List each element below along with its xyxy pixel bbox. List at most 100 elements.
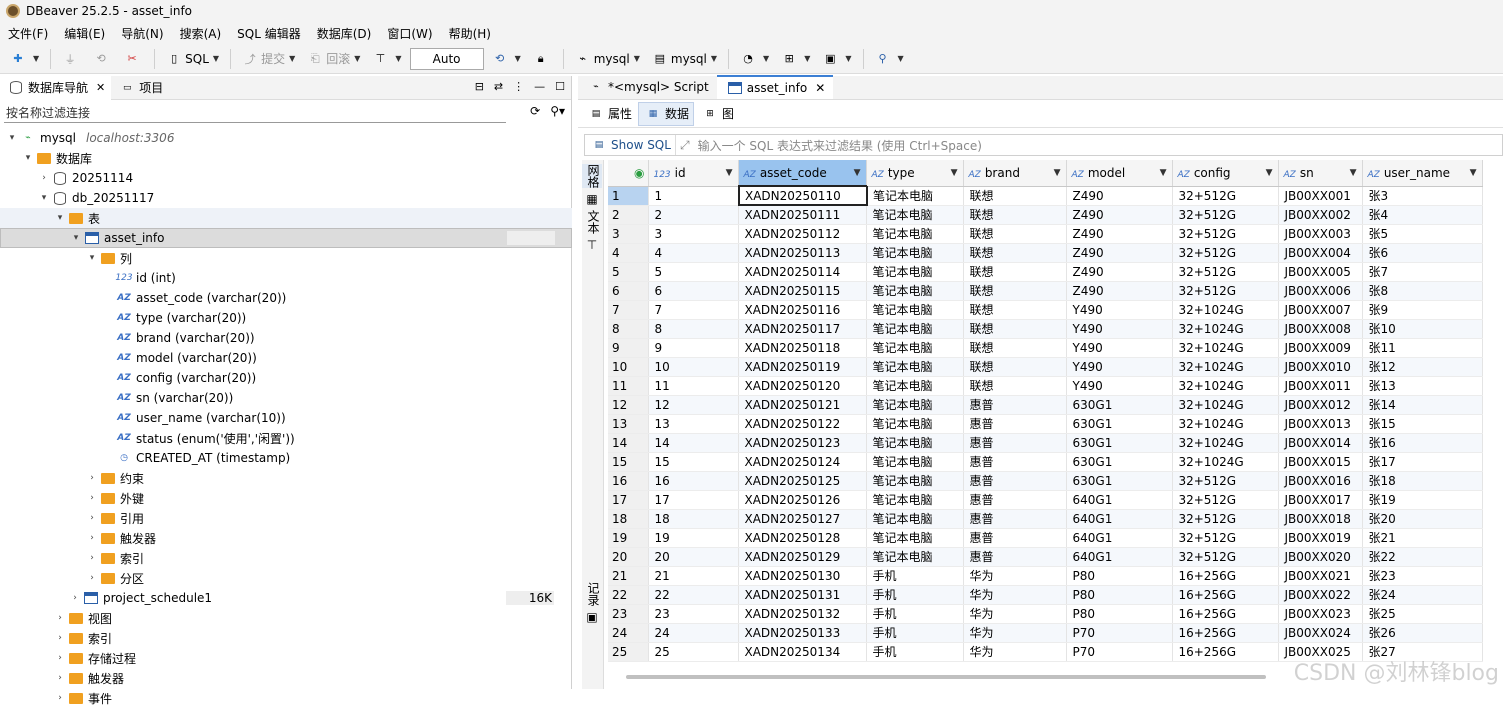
table-cell[interactable]: 张4 — [1362, 205, 1484, 225]
menu-file[interactable]: 文件(F) — [0, 25, 56, 42]
table-row[interactable]: 16 16 XADN20250125 笔记本电脑 惠普 630G1 32+512G JB00X… — [608, 471, 1484, 491]
text-icon[interactable]: ⊤ — [582, 238, 602, 252]
table-cell[interactable]: 张17 — [1362, 452, 1484, 472]
table-cell[interactable]: 华为 — [963, 566, 1068, 586]
table-cell[interactable]: 14 — [648, 433, 740, 453]
disconnect-button[interactable]: ✂ — [120, 48, 147, 70]
table-cell[interactable]: 4 — [648, 243, 740, 263]
menu-edit[interactable]: 编辑(E) — [56, 25, 113, 42]
row-number-cell[interactable]: 18 — [608, 509, 650, 529]
chevron-right-icon[interactable]: › — [54, 693, 66, 703]
row-number-cell[interactable]: 3 — [608, 224, 650, 244]
table-cell[interactable]: XADN20250119 — [738, 357, 868, 377]
table-cell[interactable]: 联想 — [963, 243, 1068, 263]
record-icon[interactable]: ▣ — [582, 610, 602, 624]
table-cell[interactable]: 笔记本电脑 — [866, 452, 965, 472]
commit-button[interactable]: ⤴ 提交 ▼ — [238, 48, 299, 70]
table-row[interactable]: 10 10 XADN20250119 笔记本电脑 联想 Y490 32+1024G JB00X… — [608, 357, 1484, 377]
chevron-down-icon[interactable]: ▾ — [70, 233, 82, 243]
table-cell[interactable]: XADN20250116 — [738, 300, 868, 320]
table-cell[interactable]: 惠普 — [963, 509, 1068, 529]
table-row[interactable]: 20 20 XADN20250129 笔记本电脑 惠普 640G1 32+512G JB00X… — [608, 547, 1484, 567]
table-row[interactable]: 6 6 XADN20250115 笔记本电脑 联想 Z490 32+512G JB00XX00… — [608, 281, 1484, 301]
table-cell[interactable]: XADN20250125 — [738, 471, 868, 491]
table-cell[interactable]: 张5 — [1362, 224, 1484, 244]
sql-editor-button[interactable]: ▯ SQL ▼ — [162, 48, 223, 70]
table-cell[interactable]: JB00XX001 — [1278, 186, 1364, 206]
table-cell[interactable]: 笔记本电脑 — [866, 205, 965, 225]
tab-database-navigator[interactable]: 数据库导航 ✕ — [0, 75, 112, 100]
table-cell[interactable]: XADN20250118 — [738, 338, 868, 358]
show-sql-button[interactable]: ▤ Show SQL — [585, 135, 676, 155]
menu-database[interactable]: 数据库(D) — [309, 25, 380, 42]
tree-node-column[interactable]: AZ config (varchar(20)) — [0, 368, 572, 388]
row-number-cell[interactable]: 23 — [608, 604, 650, 624]
table-row[interactable]: 1 1 XADN20250110 笔记本电脑 联想 Z490 32+512G JB00XX00… — [608, 185, 1484, 206]
table-cell[interactable]: JB00XX010 — [1278, 357, 1364, 377]
menu-help[interactable]: 帮助(H) — [441, 25, 499, 42]
table-cell[interactable]: 9 — [648, 338, 740, 358]
rollback-button[interactable]: ⎗ 回滚 ▼ — [303, 48, 364, 70]
sql-filter-input[interactable]: 输入一个 SQL 表达式来过滤结果 (使用 Ctrl+Space) — [698, 137, 982, 154]
table-row[interactable]: 7 7 XADN20250116 笔记本电脑 联想 Y490 32+1024G JB00XX0… — [608, 300, 1484, 320]
table-cell[interactable]: 32+1024G — [1172, 338, 1280, 358]
table-cell[interactable]: 张23 — [1362, 566, 1484, 586]
row-number-cell[interactable]: 1 — [608, 186, 650, 206]
row-number-cell[interactable]: 20 — [608, 547, 650, 567]
tree-node-column[interactable]: AZ brand (varchar(20)) — [0, 328, 572, 348]
table-cell[interactable]: XADN20250111 — [738, 205, 868, 225]
table-cell[interactable]: 张25 — [1362, 604, 1484, 624]
tree-node-project-schedule1[interactable]: › project_schedule1 16K — [0, 588, 572, 608]
table-cell[interactable]: 32+512G — [1172, 205, 1280, 225]
table-cell[interactable]: JB00XX022 — [1278, 585, 1364, 605]
table-cell[interactable]: XADN20250120 — [738, 376, 868, 396]
table-cell[interactable]: 32+1024G — [1172, 376, 1280, 396]
table-cell[interactable]: 15 — [648, 452, 740, 472]
table-cell[interactable]: 32+1024G — [1172, 414, 1280, 434]
table-cell[interactable]: 笔记本电脑 — [866, 357, 965, 377]
table-cell[interactable]: 张12 — [1362, 357, 1484, 377]
expand-icon[interactable]: ⤢ — [680, 138, 690, 153]
table-cell[interactable]: 联想 — [963, 338, 1068, 358]
table-cell[interactable]: 32+512G — [1172, 186, 1280, 206]
table-cell[interactable]: XADN20250115 — [738, 281, 868, 301]
table-cell[interactable]: JB00XX002 — [1278, 205, 1364, 225]
table-cell[interactable]: Z490 — [1066, 262, 1174, 282]
table-cell[interactable]: JB00XX009 — [1278, 338, 1364, 358]
table-cell[interactable]: 华为 — [963, 642, 1068, 662]
table-cell[interactable]: JB00XX021 — [1278, 566, 1364, 586]
column-header-sn[interactable]: AZ sn ▼ — [1278, 160, 1364, 187]
table-cell[interactable]: XADN20250124 — [738, 452, 868, 472]
tab-projects[interactable]: ▭ 项目 — [111, 76, 169, 100]
new-connection-button[interactable]: ✚ ▼ — [6, 48, 43, 70]
table-cell[interactable]: 张3 — [1362, 186, 1484, 206]
table-cell[interactable]: 640G1 — [1066, 490, 1174, 510]
table-cell[interactable]: XADN20250134 — [738, 642, 868, 662]
filter-dropdown-icon[interactable]: ▼ — [854, 168, 861, 178]
chevron-down-icon[interactable]: ▾ — [6, 133, 18, 143]
column-header-user-name[interactable]: AZ user_name ▼ — [1362, 160, 1484, 187]
table-row[interactable]: 8 8 XADN20250117 笔记本电脑 联想 Y490 32+1024G JB00XX0… — [608, 319, 1484, 339]
table-cell[interactable]: 笔记本电脑 — [866, 319, 965, 339]
table-cell[interactable]: 张18 — [1362, 471, 1484, 491]
active-connection-select[interactable]: ⌁ mysql ▼ — [571, 48, 644, 70]
column-header-type[interactable]: AZ type ▼ — [866, 160, 965, 187]
table-cell[interactable]: 32+512G — [1172, 471, 1280, 491]
tree-node-partitions[interactable]: › 分区 — [0, 568, 572, 588]
connection-filter-input[interactable]: 按名称过滤连接 — [4, 103, 506, 123]
table-cell[interactable]: JB00XX018 — [1278, 509, 1364, 529]
tree-node-db-triggers[interactable]: › 触发器 — [0, 668, 572, 688]
view-menu-icon[interactable]: ⋮ — [513, 80, 524, 93]
row-number-cell[interactable]: 14 — [608, 433, 650, 453]
row-number-cell[interactable]: 12 — [608, 395, 650, 415]
table-cell[interactable]: 笔记本电脑 — [866, 509, 965, 529]
chevron-right-icon[interactable]: › — [54, 653, 66, 663]
table-cell[interactable]: 笔记本电脑 — [866, 376, 965, 396]
table-cell[interactable]: 联想 — [963, 205, 1068, 225]
table-cell[interactable]: XADN20250114 — [738, 262, 868, 282]
table-cell[interactable]: 5 — [648, 262, 740, 282]
table-cell[interactable]: Z490 — [1066, 205, 1174, 225]
table-cell[interactable]: 张11 — [1362, 338, 1484, 358]
table-cell[interactable]: 张10 — [1362, 319, 1484, 339]
tree-node-column[interactable]: AZ type (varchar(20)) — [0, 308, 572, 328]
